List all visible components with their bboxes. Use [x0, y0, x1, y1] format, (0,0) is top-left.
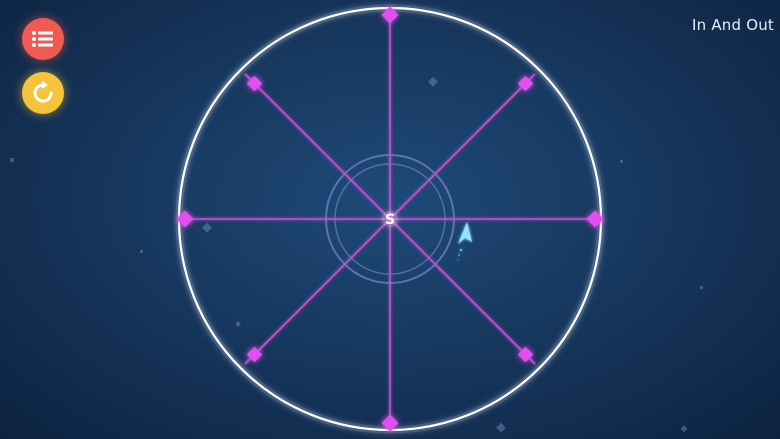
player-ship[interactable] — [457, 222, 472, 261]
menu-button[interactable] — [22, 18, 64, 60]
center-start-label: S — [385, 212, 395, 228]
restart-button[interactable] — [22, 72, 64, 114]
level-title: In And Out — [692, 16, 774, 34]
game-stage: S In And Out — [0, 0, 780, 439]
restart-icon — [33, 81, 53, 103]
list-icon — [32, 31, 53, 47]
game-board: S — [10, 4, 703, 434]
